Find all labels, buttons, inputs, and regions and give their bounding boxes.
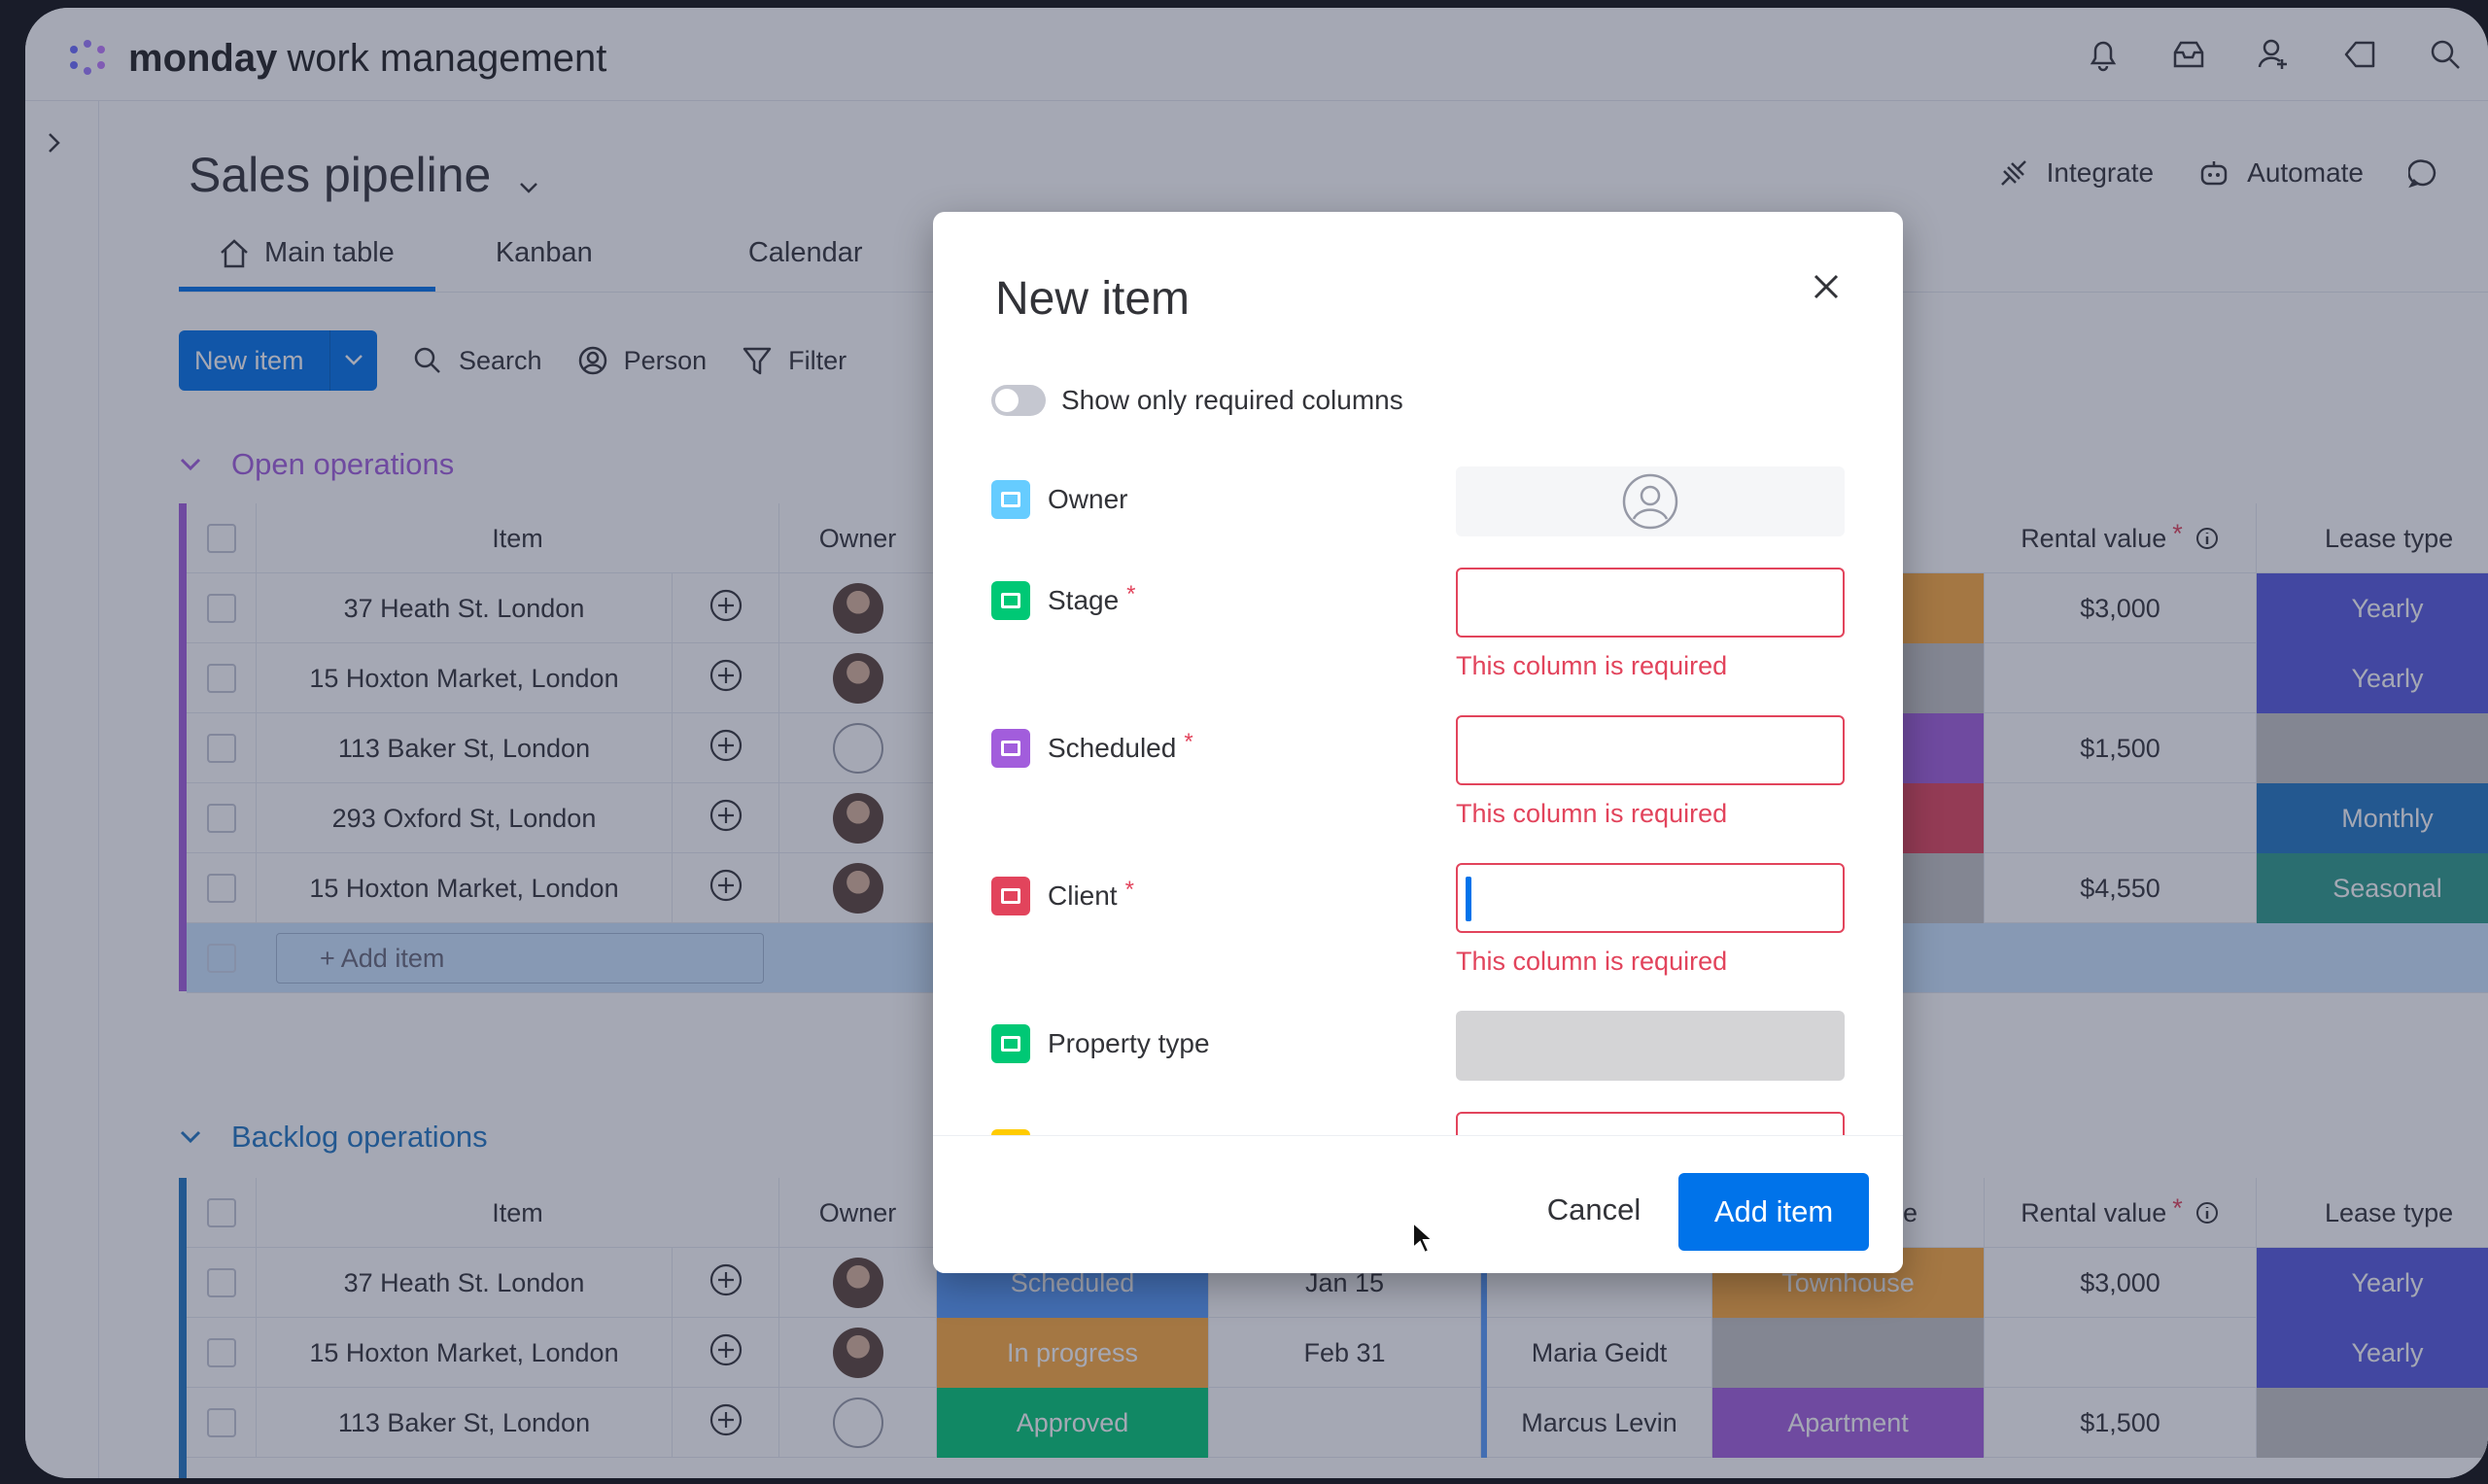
add-item-button[interactable]: Add item	[1678, 1173, 1869, 1251]
cancel-button[interactable]: Cancel	[1516, 1173, 1672, 1247]
required-mark: *	[1126, 581, 1136, 607]
field-name: Client	[1048, 880, 1118, 911]
field-input[interactable]	[1456, 568, 1845, 638]
field-input[interactable]	[1456, 466, 1845, 536]
field-label: Property type	[991, 1024, 1210, 1063]
field-name: Stage	[1048, 585, 1120, 615]
field-label: Stage *	[991, 581, 1136, 620]
error-message: This column is required	[1456, 947, 1728, 976]
column-type-icon	[991, 729, 1030, 768]
required-columns-toggle[interactable]	[991, 385, 1046, 416]
column-type-icon	[991, 877, 1030, 915]
column-glyph	[1001, 741, 1020, 756]
text-caret	[1466, 877, 1471, 921]
column-glyph	[1001, 1036, 1020, 1052]
required-mark: *	[1124, 877, 1134, 903]
column-type-icon	[991, 581, 1030, 620]
dialog-title: New item	[995, 273, 1191, 325]
field-name: Property type	[1048, 1028, 1210, 1058]
field-label: Client *	[991, 877, 1134, 915]
column-type-icon	[991, 1024, 1030, 1063]
field-name: Owner	[1048, 484, 1128, 514]
person-placeholder-icon	[1622, 473, 1678, 530]
column-glyph	[1001, 888, 1020, 904]
field-label: Scheduled *	[991, 729, 1193, 768]
toggle-label: Show only required columns	[1061, 385, 1403, 415]
field-input[interactable]	[1456, 715, 1845, 785]
field-input[interactable]	[1456, 863, 1845, 933]
column-glyph	[1001, 593, 1020, 608]
mouse-cursor-icon	[1412, 1221, 1434, 1255]
required-mark: *	[1184, 729, 1193, 755]
field-input	[1456, 1011, 1845, 1081]
error-message: This column is required	[1456, 799, 1728, 828]
error-message: This column is required	[1456, 651, 1728, 680]
new-item-dialog: New item Show only required columns Owne…	[933, 212, 1903, 1273]
column-type-icon	[991, 480, 1030, 519]
close-icon[interactable]	[1810, 270, 1843, 308]
field-name: Scheduled	[1048, 733, 1177, 763]
column-glyph	[1001, 492, 1020, 507]
field-label: Owner	[991, 480, 1127, 519]
